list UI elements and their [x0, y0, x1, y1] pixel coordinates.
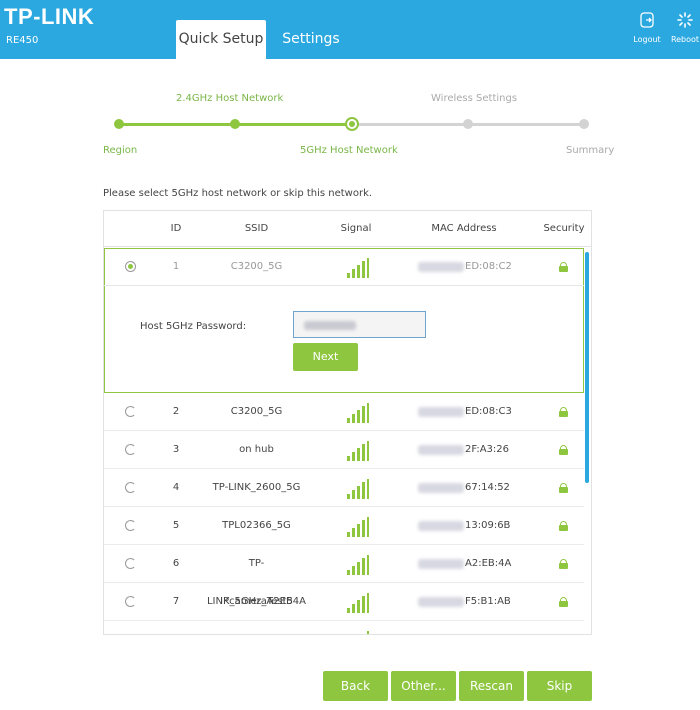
- signal-icon: [347, 258, 369, 278]
- table-row[interactable]: 4 TP-LINK_2600_5G 67:14:52: [104, 469, 584, 507]
- step-label-region: Region: [103, 145, 138, 156]
- table-row[interactable]: 2 C3200_5G ED:08:C3: [104, 393, 584, 431]
- password-redacted: [304, 321, 356, 330]
- reboot-icon: [677, 12, 693, 28]
- network-ssid: C3200_5G: [230, 406, 283, 417]
- mac-address: ED:08:C2: [465, 261, 512, 272]
- signal-icon: [347, 441, 369, 461]
- header-security: Security: [543, 223, 585, 234]
- network-id: 7: [172, 596, 180, 607]
- rescan-button[interactable]: Rescan: [459, 671, 524, 701]
- step-label-2g-host: 2.4GHz Host Network: [176, 93, 284, 104]
- network-ssid: on hub: [239, 444, 274, 455]
- network-id: 2: [172, 406, 180, 417]
- host-network-table: ID SSID Signal MAC Address Security 1 C3…: [103, 210, 592, 635]
- lock-icon: [559, 559, 568, 569]
- network-ssid: IPcameraTest5: [220, 596, 293, 607]
- header-id: ID: [170, 223, 182, 234]
- network-ssid: TP-LINK_2600_5G: [212, 482, 301, 493]
- selected-network-panel: 1 C3200_5G ED:08:C2 Host 5GHz Password: …: [104, 248, 584, 393]
- lock-icon: [559, 262, 568, 272]
- network-id: 3: [172, 444, 180, 455]
- logout-icon: [640, 12, 654, 28]
- signal-icon: [347, 517, 369, 537]
- select-radio[interactable]: [125, 520, 136, 531]
- top-header: TP-LINK RE450 Quick Setup Settings Logou…: [0, 0, 700, 59]
- step-label-wireless-settings: Wireless Settings: [431, 93, 518, 104]
- mac-redacted: [418, 407, 464, 417]
- header-ssid: SSID: [244, 223, 269, 234]
- mac-address: 13:09:6B: [465, 520, 511, 531]
- step-dot-2g-host: [230, 119, 240, 129]
- network-id: 5: [172, 520, 180, 531]
- skip-button[interactable]: Skip: [527, 671, 592, 701]
- table-scrollbar[interactable]: [585, 252, 589, 483]
- network-id: 6: [172, 558, 180, 569]
- mac-redacted: [418, 445, 464, 455]
- network-ssid: C3200_5G: [230, 261, 283, 272]
- logout-button[interactable]: Logout: [627, 12, 667, 44]
- next-button[interactable]: Next: [293, 343, 358, 371]
- select-radio[interactable]: [125, 444, 136, 455]
- mac-address: ED:08:C3: [465, 406, 512, 417]
- reboot-button[interactable]: Reboot: [665, 12, 700, 44]
- tab-settings[interactable]: Settings: [276, 20, 346, 59]
- lock-icon: [559, 407, 568, 417]
- mac-address: A2:EB:4A: [465, 558, 512, 569]
- tp-link-logo: TP-LINK: [4, 4, 95, 29]
- mac-address: 67:14:52: [465, 482, 510, 493]
- network-id: 1: [172, 261, 180, 272]
- step-dot-5g-host: [345, 117, 359, 131]
- mac-redacted: [418, 521, 464, 531]
- lock-icon: [559, 483, 568, 493]
- select-radio[interactable]: [125, 596, 136, 607]
- mac-redacted: [418, 597, 464, 607]
- lock-icon: [559, 445, 568, 455]
- table-row[interactable]: 7 IPcameraTest5 F5:B1:AB: [104, 583, 584, 621]
- tab-quick-setup[interactable]: Quick Setup: [176, 20, 266, 59]
- step-label-summary: Summary: [566, 145, 615, 156]
- step-dot-region: [114, 119, 124, 129]
- back-button[interactable]: Back: [323, 671, 388, 701]
- network-id: 4: [172, 482, 180, 493]
- signal-icon: [347, 593, 369, 613]
- password-label: Host 5GHz Password:: [140, 321, 247, 332]
- mac-redacted: [418, 483, 464, 493]
- select-radio[interactable]: [125, 558, 136, 569]
- lock-icon: [559, 597, 568, 607]
- network-ssid: TPL02366_5G: [222, 520, 291, 531]
- signal-icon: [347, 555, 369, 575]
- step-label-5g-host: 5GHz Host Network: [300, 145, 398, 156]
- mac-redacted: [418, 559, 464, 569]
- instruction-text: Please select 5GHz host network or skip …: [103, 188, 373, 199]
- signal-icon: [347, 631, 369, 634]
- signal-icon: [347, 479, 369, 499]
- select-radio[interactable]: [125, 482, 136, 493]
- logout-label: Logout: [633, 35, 661, 44]
- header-mac: MAC Address: [431, 223, 497, 234]
- mac-address: 2F:A3:26: [465, 444, 510, 455]
- step-dot-wireless-settings: [463, 119, 473, 129]
- host-password-field[interactable]: [293, 311, 426, 338]
- select-radio[interactable]: [125, 406, 136, 417]
- select-radio[interactable]: [125, 634, 136, 635]
- mac-redacted: [418, 262, 464, 272]
- table-header: ID SSID Signal MAC Address Security: [104, 211, 591, 247]
- reboot-label: Reboot: [670, 35, 700, 44]
- table-row[interactable]: 1 C3200_5G ED:08:C2: [104, 248, 584, 286]
- table-row[interactable]: 6 TP-LINK_5GHz_A2EB4A A2:EB:4A: [104, 545, 584, 607]
- mac-address: F5:B1:AB: [465, 596, 511, 607]
- table-row[interactable]: 5 TPL02366_5G 13:09:6B: [104, 507, 584, 545]
- lock-icon: [559, 521, 568, 531]
- select-radio[interactable]: [125, 261, 136, 272]
- table-row-partial[interactable]: [104, 621, 584, 635]
- signal-icon: [347, 403, 369, 423]
- table-row[interactable]: 3 on hub 2F:A3:26: [104, 431, 584, 469]
- device-model: RE450: [6, 35, 39, 46]
- other-button[interactable]: Other...: [391, 671, 456, 701]
- header-signal: Signal: [340, 223, 372, 234]
- step-dot-summary: [579, 119, 589, 129]
